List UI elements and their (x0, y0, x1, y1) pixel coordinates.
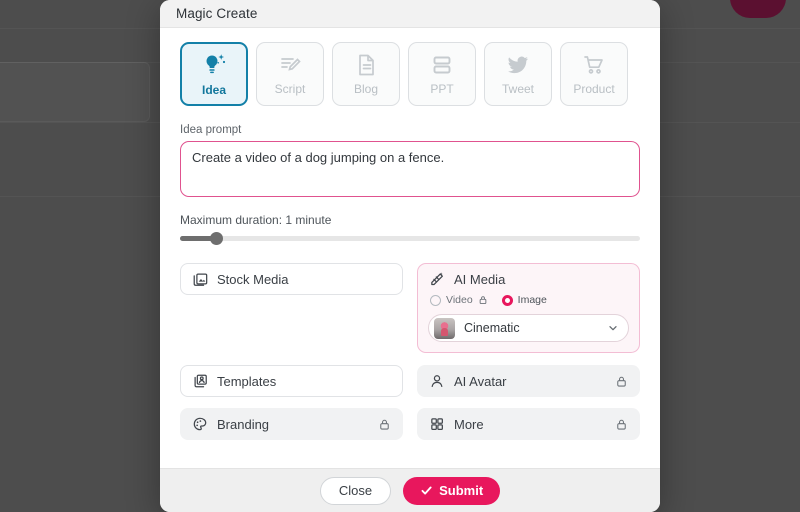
dialog-header: Magic Create (160, 0, 660, 28)
person-icon (429, 373, 445, 389)
option-label: More (454, 416, 484, 432)
option-label: AI Avatar (454, 373, 507, 389)
shopping-cart-icon (581, 52, 607, 78)
lightbulb-sparkle-icon (200, 51, 228, 79)
tab-label: Script (274, 82, 306, 96)
chevron-down-icon (607, 322, 619, 334)
max-duration-slider[interactable] (180, 232, 640, 245)
magic-wand-icon (429, 271, 445, 287)
ai-media-type-radio-group: Video Image (428, 294, 629, 306)
tab-label: Tweet (501, 82, 534, 96)
twitter-bird-icon (505, 52, 531, 78)
lock-icon (478, 295, 488, 305)
templates-icon (192, 373, 208, 389)
content-type-tabs: Idea Script Blog PPT Tweet Product (180, 42, 640, 106)
lock-icon (615, 375, 628, 388)
radio-video[interactable]: Video (430, 294, 488, 306)
grid-icon (429, 416, 445, 432)
document-icon (353, 52, 379, 78)
tab-blog[interactable]: Blog (332, 42, 400, 106)
lock-icon (378, 418, 391, 431)
tab-label: Blog (353, 82, 379, 96)
tab-product[interactable]: Product (560, 42, 628, 106)
dialog-body: Idea Script Blog PPT Tweet Product Idea … (160, 28, 660, 468)
radio-label: Image (517, 294, 547, 306)
ai-media-panel: AI Media Video Image Cinematic (417, 263, 640, 353)
option-label: Stock Media (217, 271, 289, 287)
radio-indicator (430, 294, 441, 306)
palette-icon (192, 416, 208, 432)
close-button[interactable]: Close (319, 476, 392, 505)
options-grid: Stock Media AI Media Video Image Cinemat… (180, 263, 640, 440)
branding-button[interactable]: Branding (180, 408, 403, 440)
check-icon (420, 484, 433, 497)
stock-media-button[interactable]: Stock Media (180, 263, 403, 295)
tab-label: PPT (430, 82, 454, 96)
dialog-title: Magic Create (176, 6, 258, 21)
more-button[interactable]: More (417, 408, 640, 440)
option-label: Templates (217, 373, 277, 389)
submit-button[interactable]: Submit (403, 476, 501, 505)
background-action-pill (730, 0, 786, 18)
max-duration-control: Maximum duration: 1 minute (180, 213, 640, 245)
max-duration-label: Maximum duration: 1 minute (180, 213, 332, 227)
slides-icon (429, 52, 455, 78)
option-label: Branding (217, 416, 270, 432)
tab-ppt[interactable]: PPT (408, 42, 476, 106)
magic-create-dialog: Magic Create Idea Script Blog PPT Tweet … (160, 0, 660, 512)
idea-prompt-label: Idea prompt (180, 124, 242, 136)
style-select-value: Cinematic (464, 321, 520, 335)
lock-icon (615, 418, 628, 431)
radio-label: Video (446, 294, 473, 306)
backdrop-panel (0, 62, 150, 122)
tab-tweet[interactable]: Tweet (484, 42, 552, 106)
stock-media-icon (192, 271, 208, 287)
radio-image[interactable]: Image (501, 294, 547, 306)
ai-avatar-button[interactable]: AI Avatar (417, 365, 640, 397)
slider-thumb[interactable] (210, 232, 224, 245)
tab-label: Product (573, 82, 615, 96)
script-pencil-icon (277, 52, 303, 78)
idea-prompt-input[interactable] (180, 141, 640, 197)
tab-label: Idea (201, 83, 226, 97)
ai-media-header: AI Media (428, 271, 629, 287)
submit-label: Submit (439, 483, 484, 498)
ai-media-title: AI Media (454, 271, 506, 287)
ai-media-style-select[interactable]: Cinematic (428, 314, 629, 342)
templates-button[interactable]: Templates (180, 365, 403, 397)
grid-spacer (180, 306, 403, 354)
cinematic-style-thumbnail (434, 317, 455, 339)
dialog-footer: Close Submit (160, 468, 660, 512)
radio-indicator (501, 294, 513, 306)
tab-idea[interactable]: Idea (180, 42, 248, 106)
tab-script[interactable]: Script (256, 42, 324, 106)
